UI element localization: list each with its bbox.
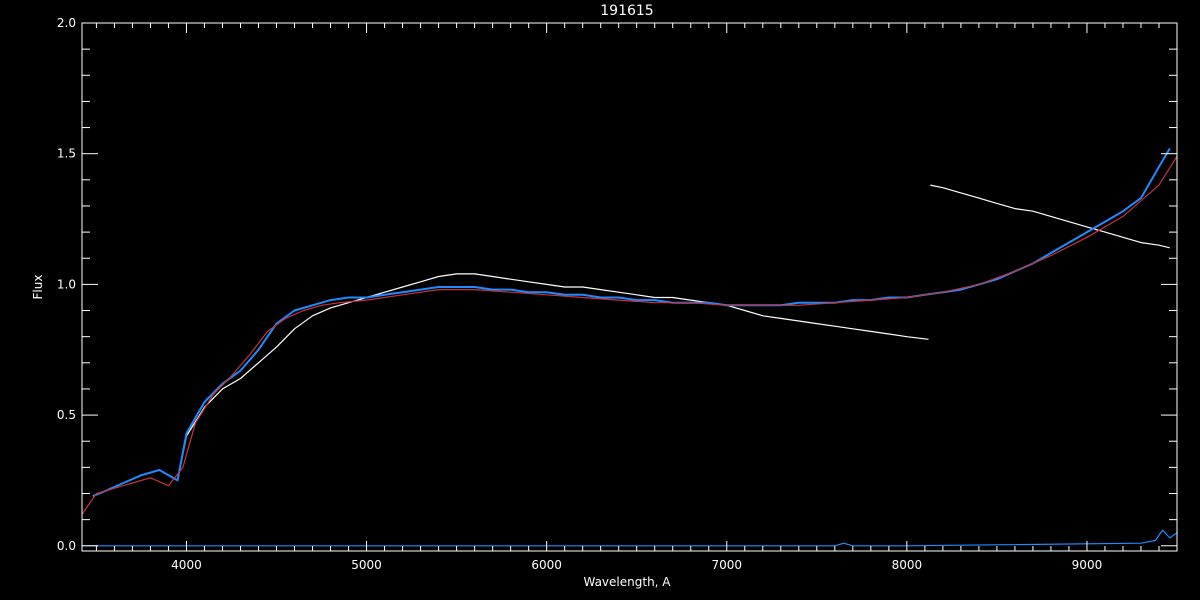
x-tick-label: 9000 — [1072, 558, 1103, 572]
y-tick-label: 1.0 — [57, 277, 76, 291]
x-tick-label: 4000 — [171, 558, 202, 572]
x-tick-label: 8000 — [892, 558, 923, 572]
chart-background — [0, 0, 1200, 600]
x-axis-label: Wavelength, A — [583, 575, 671, 589]
spectrum-chart: 4000 5000 6000 7000 8000 90000.00.51.01.52.0 … — [0, 0, 1200, 600]
y-axis-label: Flux — [31, 275, 45, 300]
x-tick-label: 7000 — [711, 558, 742, 572]
x-tick-label: 5000 — [351, 558, 382, 572]
y-tick-label: 2.0 — [57, 16, 76, 30]
x-tick-label: 6000 — [531, 558, 562, 572]
chart-title: 191615 — [600, 3, 653, 19]
y-tick-label: 0.0 — [57, 539, 76, 553]
y-tick-label: 0.5 — [57, 408, 76, 422]
y-tick-label: 1.5 — [57, 147, 76, 161]
